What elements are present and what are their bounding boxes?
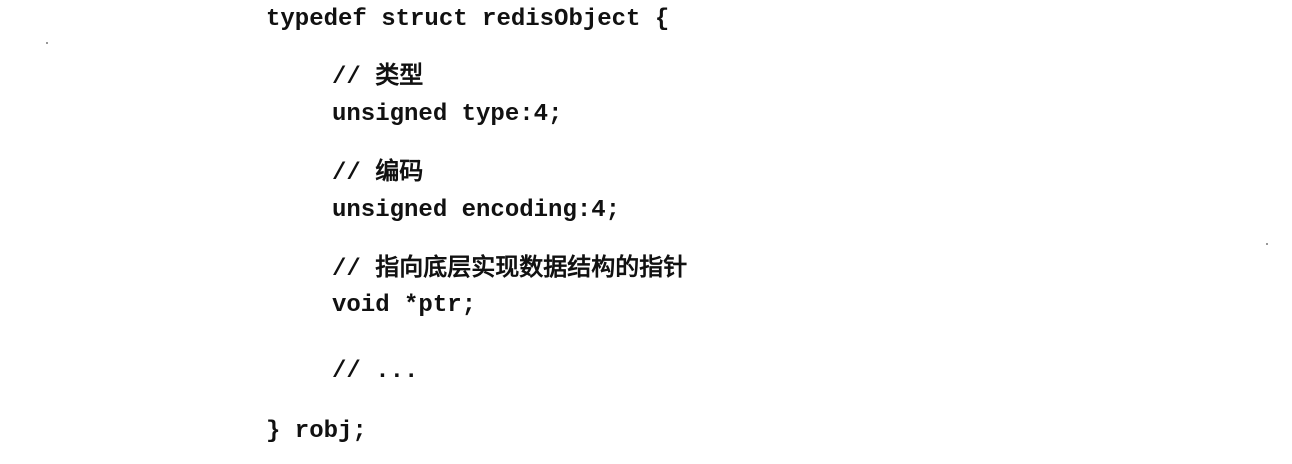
code-line-struct-open: typedef struct redisObject { — [266, 6, 670, 33]
code-line-encoding-field: unsigned encoding:4; — [332, 197, 621, 224]
scan-speck — [46, 42, 48, 44]
code-comment-encoding: // 编码 — [332, 160, 424, 187]
code-comment-ptr: // 指向底层实现数据结构的指针 — [332, 256, 688, 283]
scan-speck — [1266, 243, 1268, 245]
code-line-ptr-field: void *ptr; — [332, 292, 477, 319]
code-line-struct-close: } robj; — [266, 418, 367, 445]
code-line-type-field: unsigned type:4; — [332, 101, 563, 128]
code-listing: typedef struct redisObject { // 类型 unsig… — [0, 0, 1292, 464]
code-comment-type: // 类型 — [332, 64, 424, 91]
code-comment-ellipsis: // ... — [332, 358, 419, 385]
